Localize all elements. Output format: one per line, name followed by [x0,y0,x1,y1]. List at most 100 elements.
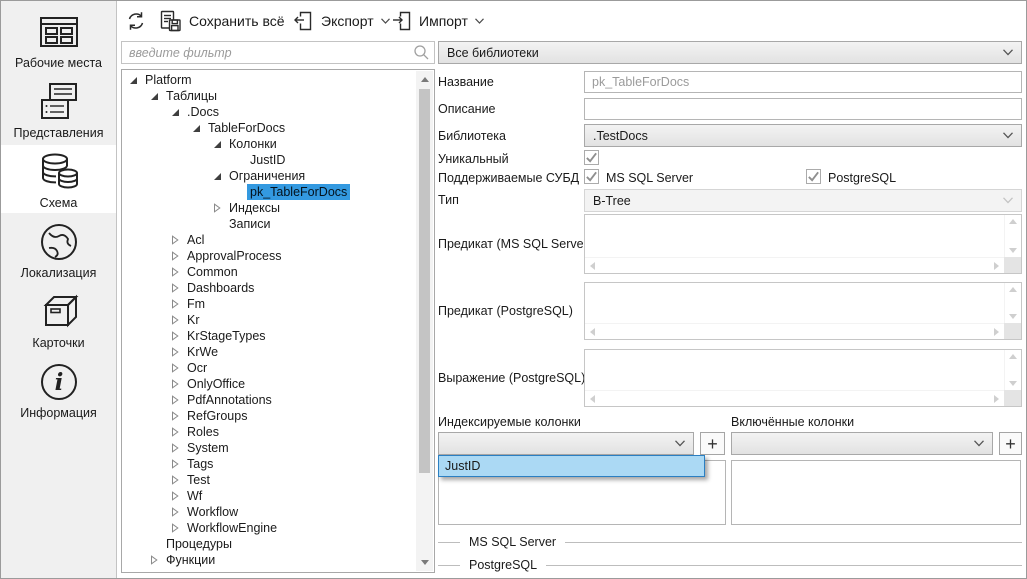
vertical-scrollbar[interactable] [1004,283,1021,323]
save-all-button[interactable]: Сохранить всё [156,8,288,34]
tree-item-OnlyOffice[interactable]: OnlyOffice [123,376,415,392]
scroll-down-icon[interactable] [421,560,429,565]
expand-arrow-icon[interactable] [171,379,184,389]
tree-item-Acl[interactable]: Acl [123,232,415,248]
export-button[interactable]: Экспорт [289,8,393,34]
sidebar-item-schema[interactable]: Схема [1,145,116,213]
tree-item-Common[interactable]: Common [123,264,415,280]
expand-arrow-icon[interactable] [150,555,163,565]
tree-item-RefGroups[interactable]: RefGroups [123,408,415,424]
sidebar-item-workplaces[interactable]: Рабочие места [1,5,116,73]
included-columns-combo[interactable] [731,432,993,455]
tree-item-pk_TableForDocs[interactable]: pk_TableForDocs [123,184,415,200]
postgresql-checkbox[interactable] [806,169,821,184]
tree-item-Ocr[interactable]: Ocr [123,360,415,376]
unique-checkbox[interactable] [584,150,599,165]
predicate-pg-textarea[interactable] [584,282,1022,340]
mssql-checkbox[interactable] [584,169,599,184]
tree-item-Индексы[interactable]: Индексы [123,200,415,216]
tree-item-Dashboards[interactable]: Dashboards [123,280,415,296]
tree-item-Platform[interactable]: Platform [123,72,415,88]
tree-scrollbar[interactable] [416,71,433,571]
expand-arrow-icon[interactable] [171,523,184,533]
add-indexed-column-button[interactable]: + [700,432,725,455]
import-button[interactable]: Импорт [387,8,487,34]
tree-item-label: JustID [247,152,288,168]
horizontal-scrollbar[interactable] [585,323,1004,339]
expand-arrow-icon[interactable] [171,331,184,341]
tree-item-Wf[interactable]: Wf [123,488,415,504]
expand-arrow-icon[interactable] [171,459,184,469]
tree-item-Таблицы[interactable]: Таблицы [123,88,415,104]
tree-item-Tags[interactable]: Tags [123,456,415,472]
expand-arrow-icon[interactable] [171,427,184,437]
sidebar-item-localization[interactable]: Локализация [1,215,116,283]
tree-item-KrWe[interactable]: KrWe [123,344,415,360]
tree-item-Roles[interactable]: Roles [123,424,415,440]
tree-item-JustID[interactable]: JustID [123,152,415,168]
collapse-arrow-icon[interactable] [129,76,142,85]
collapse-arrow-icon[interactable] [150,92,163,101]
expand-arrow-icon[interactable] [171,283,184,293]
library-combo[interactable]: .TestDocs [584,124,1022,147]
tree-item-Test[interactable]: Test [123,472,415,488]
collapse-arrow-icon[interactable] [171,108,184,117]
combo-popup-item-justid[interactable]: JustID [438,455,705,477]
type-combo[interactable]: B-Tree [584,189,1022,212]
tree-item-Ограничения[interactable]: Ограничения [123,168,415,184]
expression-pg-textarea[interactable] [584,349,1022,407]
sidebar-item-cards[interactable]: Карточки [1,285,116,353]
collapse-arrow-icon[interactable] [192,124,205,133]
horizontal-scrollbar[interactable] [585,257,1004,273]
name-value: pk_TableForDocs [592,75,689,89]
description-input[interactable] [584,98,1022,120]
scroll-up-icon[interactable] [421,77,429,82]
expand-arrow-icon[interactable] [171,251,184,261]
expand-arrow-icon[interactable] [171,443,184,453]
expand-arrow-icon[interactable] [171,411,184,421]
name-input[interactable]: pk_TableForDocs [584,71,1022,93]
add-included-column-button[interactable]: + [999,432,1022,455]
tree-item-ApprovalProcess[interactable]: ApprovalProcess [123,248,415,264]
library-filter-combo[interactable]: Все библиотеки [438,41,1022,64]
refresh-button[interactable] [122,8,150,34]
collapse-arrow-icon[interactable] [213,140,226,149]
expand-arrow-icon[interactable] [171,395,184,405]
tree-item-WorkflowEngine[interactable]: WorkflowEngine [123,520,415,536]
tree-filter-input[interactable] [121,41,435,64]
tree-item-Функции[interactable]: Функции [123,552,415,568]
tree-scroll-thumb[interactable] [419,89,430,473]
expand-arrow-icon[interactable] [171,315,184,325]
sidebar-item-views[interactable]: Представления [1,75,116,143]
tree-item-Workflow[interactable]: Workflow [123,504,415,520]
tree-item-Kr[interactable]: Kr [123,312,415,328]
tree-item-.Docs[interactable]: .Docs [123,104,415,120]
expand-arrow-icon[interactable] [171,491,184,501]
tree-item-label: Процедуры [163,536,235,552]
tree-item-Процедуры[interactable]: Процедуры [123,536,415,552]
vertical-scrollbar[interactable] [1004,215,1021,257]
tree-item-Колонки[interactable]: Колонки [123,136,415,152]
sidebar-item-info[interactable]: iИнформация [1,355,116,423]
expand-arrow-icon[interactable] [171,267,184,277]
expand-arrow-icon[interactable] [171,507,184,517]
tree-item-Миграции[interactable]: Миграции [123,568,415,571]
predicate-mssql-textarea[interactable] [584,214,1022,274]
expand-arrow-icon[interactable] [171,235,184,245]
collapse-arrow-icon[interactable] [213,172,226,181]
indexed-columns-combo[interactable] [438,432,694,455]
tree-item-System[interactable]: System [123,440,415,456]
tree-item-PdfAnnotations[interactable]: PdfAnnotations [123,392,415,408]
horizontal-scrollbar[interactable] [585,390,1004,406]
expand-arrow-icon[interactable] [171,363,184,373]
tree-item-Fm[interactable]: Fm [123,296,415,312]
expand-arrow-icon[interactable] [171,475,184,485]
tree-item-Записи[interactable]: Записи [123,216,415,232]
expand-arrow-icon[interactable] [171,347,184,357]
tree-item-KrStageTypes[interactable]: KrStageTypes [123,328,415,344]
vertical-scrollbar[interactable] [1004,350,1021,390]
tree-item-TableForDocs[interactable]: TableForDocs [123,120,415,136]
included-columns-list[interactable] [731,460,1021,525]
expand-arrow-icon[interactable] [213,203,226,213]
expand-arrow-icon[interactable] [171,299,184,309]
